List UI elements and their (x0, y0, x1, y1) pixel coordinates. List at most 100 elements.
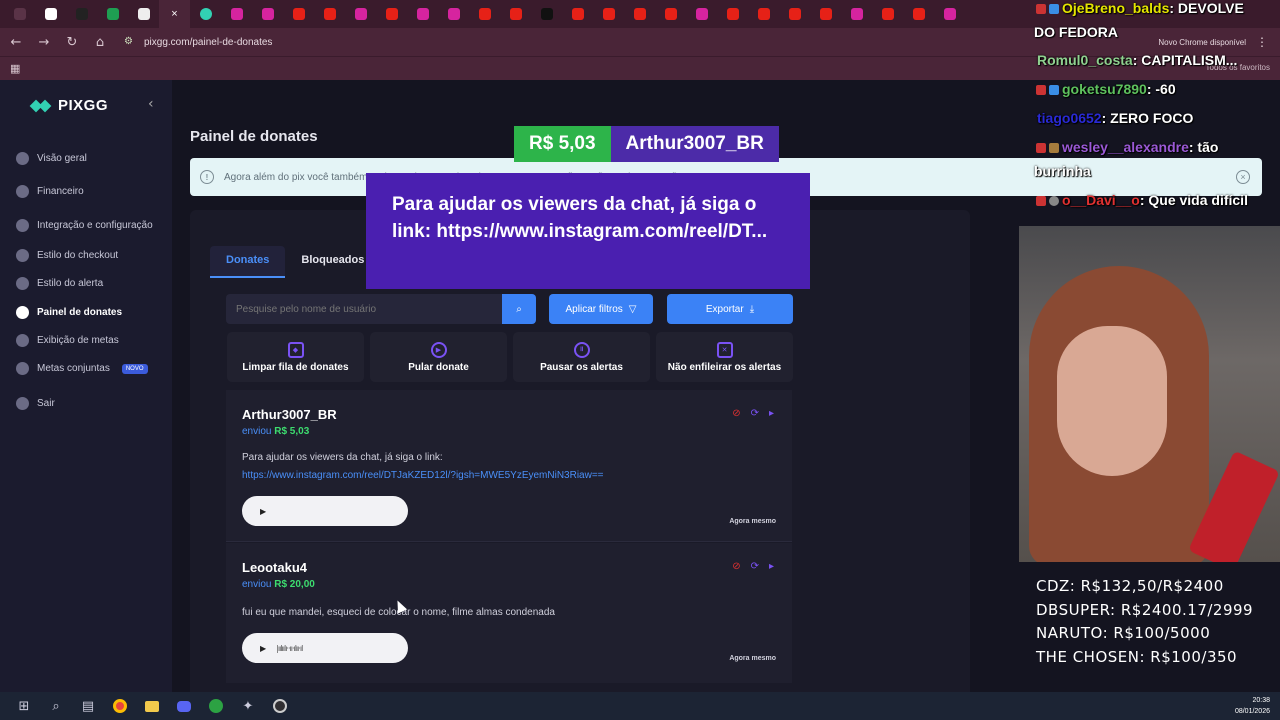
donate-actions: ⊘ ⟳ ▸ (732, 561, 774, 572)
clear-queue-button[interactable]: ◆ Limpar fila de donates (227, 332, 364, 382)
xbox-icon[interactable] (200, 692, 232, 720)
sidebar-item-financeiro[interactable]: Financeiro (16, 185, 84, 198)
tab-instagram-icon[interactable] (345, 0, 376, 28)
sidebar-item-metas-conjuntas[interactable]: Metas conjuntas NOVO (16, 362, 148, 375)
action-label: Não enfileirar os alertas (667, 361, 782, 373)
clock[interactable]: 20:38 08/01/2026 (1235, 695, 1270, 717)
chat-user: o__Davi__o (1062, 192, 1140, 208)
donate-link[interactable]: https://www.instagram.com/reel/DTJaKZED1… (242, 470, 604, 481)
tab-instagram-icon[interactable] (252, 0, 283, 28)
file-explorer-icon[interactable] (136, 692, 168, 720)
sidebar: PIXGG ‹ Visão geral Financeiro Integraçã… (0, 80, 172, 692)
chat-message: DO FEDORA (1034, 24, 1118, 40)
tab-youtube-icon[interactable] (376, 0, 407, 28)
chat-text: : Que vida difícil (1139, 192, 1248, 208)
sidebar-item-visao-geral[interactable]: Visão geral (16, 152, 87, 165)
chat-badge-icon (1049, 85, 1059, 96)
chat-message: tiago0652: ZERO FOCO (1037, 110, 1193, 126)
replay-icon[interactable]: ⟳ (751, 561, 759, 572)
audio-player[interactable]: ▶ (242, 496, 408, 526)
sidebar-item-exibicao-metas[interactable]: Exibição de metas (16, 334, 119, 347)
chat-text: : -60 (1146, 81, 1176, 97)
replay-icon[interactable]: ⟳ (751, 408, 759, 419)
close-icon[interactable]: × (1236, 170, 1250, 184)
apply-filters-button[interactable]: Aplicar filtros ▽ (549, 294, 653, 324)
tab-s-icon[interactable] (66, 0, 97, 28)
tab-donates[interactable]: Donates (210, 246, 286, 278)
tab-tiktok-icon[interactable] (531, 0, 562, 28)
block-icon[interactable]: ⊘ (732, 408, 740, 419)
task-view-icon[interactable]: ▤ (72, 692, 104, 720)
chat-user: Romul0_costa (1037, 52, 1133, 68)
tab-youtube-icon[interactable] (717, 0, 748, 28)
tab-youtube-icon[interactable] (469, 0, 500, 28)
chat-badge-icon (1036, 143, 1046, 154)
skip-icon[interactable]: ▸ (769, 561, 774, 572)
export-button[interactable]: Exportar ⤓ (667, 294, 793, 324)
play-icon[interactable]: ▶ (260, 507, 266, 516)
search-button[interactable]: ⌕ (502, 294, 536, 324)
tab-youtube-icon[interactable] (872, 0, 903, 28)
logout-icon (16, 397, 29, 410)
pixgg-logo[interactable]: PIXGG (30, 97, 108, 114)
tab-youtube-icon[interactable] (748, 0, 779, 28)
tab-amazon-icon[interactable] (35, 0, 66, 28)
apps-icon[interactable]: ▦ (10, 62, 20, 75)
menu-icon[interactable]: ⋮ (1256, 35, 1268, 49)
tab-pixgg-icon[interactable] (190, 0, 221, 28)
tab-youtube-icon[interactable] (500, 0, 531, 28)
block-icon[interactable]: ⊘ (732, 561, 740, 572)
discord-icon[interactable] (168, 692, 200, 720)
tab-youtube-icon[interactable] (314, 0, 345, 28)
url-text: pixgg.com/painel-de-donates (144, 36, 273, 48)
sidebar-item-label: Sair (37, 398, 55, 409)
no-queue-alerts-button[interactable]: ✕ Não enfileirar os alertas (656, 332, 793, 382)
donate-time: Agora mesmo (729, 518, 776, 525)
skip-icon[interactable]: ▸ (769, 408, 774, 419)
tab-instagram-icon[interactable] (221, 0, 252, 28)
chat-message: burrinha (1034, 163, 1091, 179)
tab-instagram-icon[interactable] (841, 0, 872, 28)
tab-youtube-icon[interactable] (810, 0, 841, 28)
url-field[interactable]: ⚙ pixgg.com/painel-de-donates (120, 31, 272, 53)
tab-instagram-icon[interactable] (686, 0, 717, 28)
play-icon[interactable]: ▶ (260, 644, 266, 653)
tab-instagram-icon[interactable] (407, 0, 438, 28)
search-icon[interactable]: ⌕ (40, 692, 72, 720)
back-icon[interactable]: ← (4, 30, 28, 54)
pause-alerts-button[interactable]: ॥ Pausar os alertas (513, 332, 650, 382)
tab-close-icon[interactable]: × (159, 0, 190, 28)
audio-player[interactable]: ▶ |ıılıılı··ıı·ılıı·ıl (242, 633, 408, 663)
site-info-icon[interactable]: ⚙ (124, 36, 136, 48)
search-input[interactable] (226, 294, 502, 324)
reload-icon[interactable]: ↻ (60, 30, 84, 54)
tab-youtube-icon[interactable] (779, 0, 810, 28)
home-icon[interactable]: ⌂ (88, 30, 112, 54)
tab-youtube-icon[interactable] (593, 0, 624, 28)
tab-youtube-icon[interactable] (283, 0, 314, 28)
chrome-icon[interactable] (104, 692, 136, 720)
forward-icon[interactable]: → (32, 30, 56, 54)
skip-donate-button[interactable]: ▶ Pular donate (370, 332, 507, 382)
tab-instagram-icon[interactable] (438, 0, 469, 28)
tab-notion-icon[interactable] (128, 0, 159, 28)
sidebar-item-estilo-checkout[interactable]: Estilo do checkout (16, 249, 118, 262)
tab-instagram-icon[interactable] (934, 0, 965, 28)
tab-search-icon[interactable] (4, 0, 35, 28)
update-chrome-button[interactable]: Novo Chrome disponível (1158, 38, 1246, 47)
app-icon[interactable]: ✦ (232, 692, 264, 720)
obs-icon[interactable] (264, 692, 296, 720)
tab-youtube-icon[interactable] (624, 0, 655, 28)
chat-badge-icon (1036, 196, 1046, 207)
tab-youtube-icon[interactable] (655, 0, 686, 28)
windows-start-icon[interactable]: ⊞ (8, 692, 40, 720)
donor-name: Arthur3007_BR (242, 407, 337, 422)
tab-youtube-icon[interactable] (562, 0, 593, 28)
sidebar-item-integracao[interactable]: Integração e configuração (16, 219, 153, 232)
sidebar-item-estilo-alerta[interactable]: Estilo do alerta (16, 277, 103, 290)
sidebar-item-painel-donates[interactable]: Painel de donates (16, 306, 122, 319)
collapse-sidebar-icon[interactable]: ‹ (148, 96, 154, 112)
sidebar-item-sair[interactable]: Sair (16, 397, 55, 410)
tab-youtube-icon[interactable] (903, 0, 934, 28)
tab-sheets-icon[interactable] (97, 0, 128, 28)
